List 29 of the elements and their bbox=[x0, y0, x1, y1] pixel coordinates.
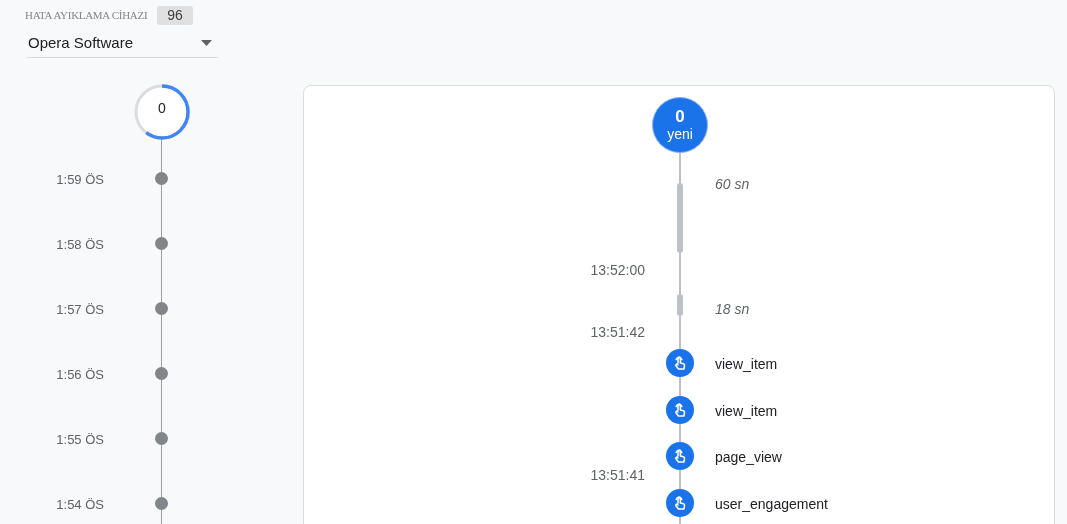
minute-label: 1:59 ÖS bbox=[55, 171, 104, 189]
event-button[interactable] bbox=[666, 349, 694, 377]
minute-label: 1:55 ÖS bbox=[55, 431, 104, 449]
device-label: HATA AYIKLAMA CİHAZI bbox=[25, 8, 148, 24]
event-button[interactable] bbox=[666, 395, 694, 424]
gap-duration: 18 sn bbox=[715, 300, 751, 319]
minute-label: 1:56 ÖS bbox=[55, 366, 104, 384]
device-count: 96 bbox=[157, 6, 193, 25]
event-name[interactable]: view_item bbox=[715, 400, 1054, 422]
event-button[interactable] bbox=[666, 488, 694, 517]
tap-icon bbox=[673, 448, 687, 464]
new-events-badge: 0 yeni bbox=[652, 97, 708, 153]
minute-label: 1:54 ÖS bbox=[55, 496, 104, 514]
event-name[interactable]: user_engagement bbox=[715, 493, 1054, 515]
tap-icon bbox=[673, 401, 687, 418]
tap-icon bbox=[673, 355, 687, 371]
gap-duration: 60 sn bbox=[715, 175, 751, 194]
event-button[interactable] bbox=[666, 442, 694, 470]
event-name[interactable]: page_view bbox=[715, 447, 1054, 468]
time-label: 13:52:00 bbox=[589, 262, 645, 278]
minute-counter: 0 bbox=[158, 99, 166, 119]
device-dropdown[interactable]: Opera Software bbox=[27, 30, 218, 58]
time-label: 13:51:42 bbox=[589, 324, 645, 340]
tap-icon bbox=[673, 494, 687, 511]
minute-label: 1:58 ÖS bbox=[55, 236, 104, 254]
event-name[interactable]: view_item bbox=[715, 354, 1054, 375]
minute-label: 1:57 ÖS bbox=[55, 301, 104, 319]
time-label: 13:51:41 bbox=[590, 466, 645, 483]
caret-icon bbox=[201, 40, 212, 47]
